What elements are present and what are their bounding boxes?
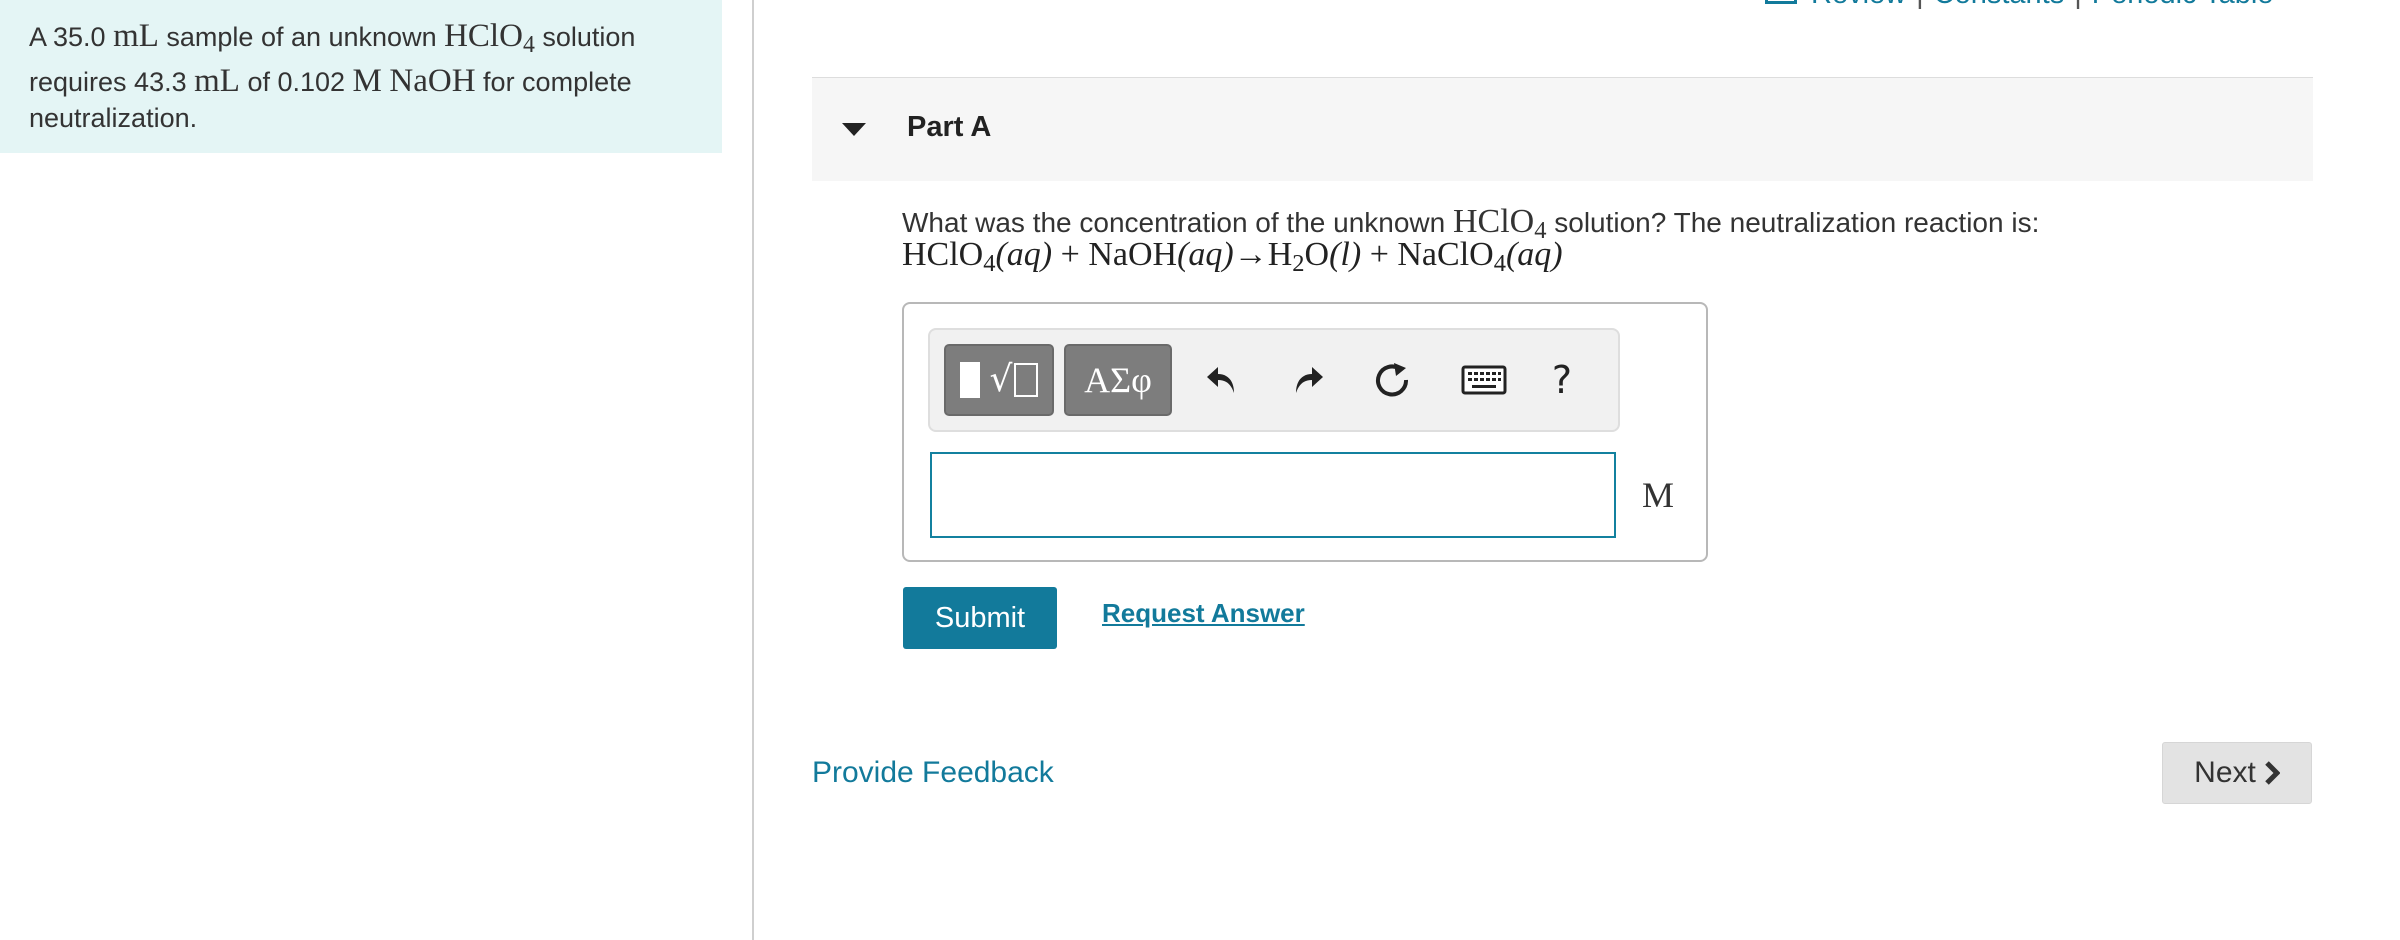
undo-icon[interactable] [1200,356,1244,404]
formula-hclo4: HClO4 [444,18,535,58]
top-links: Review | Constants | Periodic Table [1765,0,2273,11]
review-link[interactable]: Review [1811,0,1906,10]
unit-ml: mL [194,62,240,99]
formula-naoh: NaOH [389,62,476,99]
book-icon [1765,0,1797,4]
math-toolbar: √ ΑΣφ ? [928,328,1620,432]
greek-symbols-button[interactable]: ΑΣφ [1064,344,1172,416]
next-label: Next [2194,756,2256,789]
link-separator: | [1916,0,1924,10]
problem-text: sample of an unknown [158,22,445,52]
part-header[interactable]: Part A [812,78,2313,181]
problem-text: of 0.102 [239,66,353,97]
block-icon [959,362,980,398]
help-icon[interactable]: ? [1540,356,1584,404]
formula-hclo4: HClO4 [1453,203,1547,245]
link-separator: | [2074,0,2082,10]
unit-molar: M [352,62,382,99]
caret-down-icon[interactable] [842,123,866,136]
submit-button[interactable]: Submit [903,587,1057,649]
constants-link[interactable]: Constants [1934,0,2065,10]
box-icon [1014,363,1039,397]
reaction-equation: HClO4(aq) + NaOH(aq)→H2O(l) + NaClO4(aq) [902,236,1563,278]
answer-box: √ ΑΣφ ? M [902,302,1708,562]
problem-text: A 35.0 [29,22,114,52]
reset-icon[interactable] [1370,356,1414,404]
templates-button[interactable]: √ [944,344,1054,416]
periodic-table-link[interactable]: Periodic Table [2092,0,2274,10]
answer-input[interactable] [930,452,1616,538]
radical-icon: √ [989,359,1013,400]
chevron-right-icon [2265,761,2280,785]
request-answer-link[interactable]: Request Answer [1102,598,1305,629]
unit-label: M [1642,475,1675,515]
part-title: Part A [907,111,992,143]
unit-ml: mL [113,18,159,54]
keyboard-icon[interactable] [1456,356,1512,404]
panel-divider [752,0,754,940]
provide-feedback-link[interactable]: Provide Feedback [812,756,1054,790]
next-button[interactable]: Next [2162,742,2312,804]
redo-icon[interactable] [1286,356,1330,404]
problem-statement: A 35.0 mL sample of an unknown HClO4 sol… [0,0,722,153]
